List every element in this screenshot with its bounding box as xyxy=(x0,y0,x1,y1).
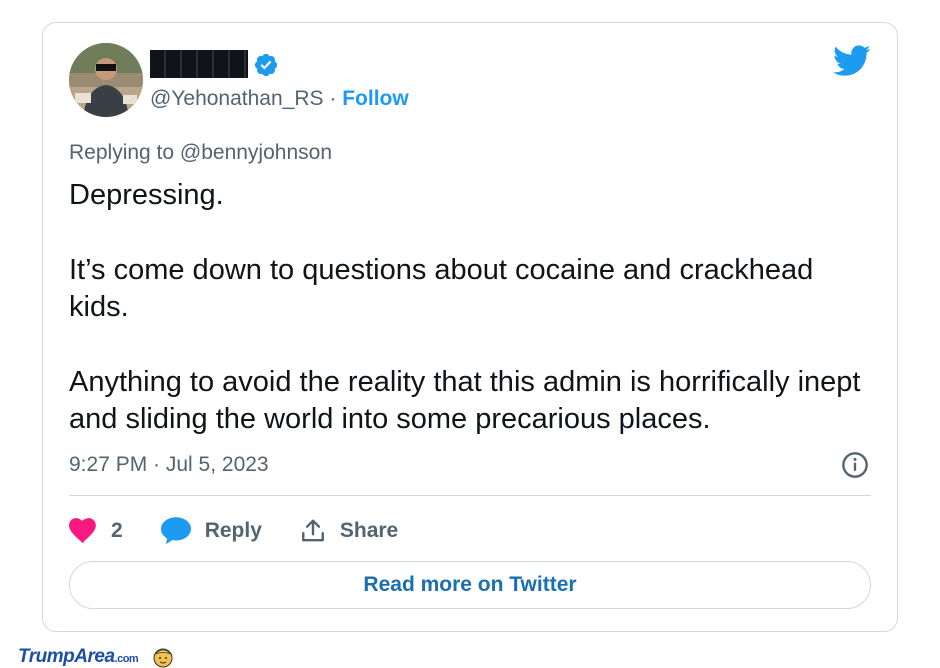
share-icon xyxy=(301,519,324,542)
like-count: 2 xyxy=(111,519,123,542)
reply-button[interactable]: Reply xyxy=(160,517,262,545)
replying-to[interactable]: Replying to @bennyjohnson xyxy=(69,141,332,165)
share-button[interactable]: Share xyxy=(300,518,398,544)
cartoon-face-icon xyxy=(153,648,173,668)
tweet-timestamp[interactable]: 9:27 PM · Jul 5, 2023 xyxy=(69,453,269,477)
avatar[interactable] xyxy=(69,43,143,117)
tweet-card: @Yehonathan_RS · Follow Replying to @ben… xyxy=(42,22,898,632)
watermark-brand: TrumpArea xyxy=(18,646,115,667)
info-icon[interactable] xyxy=(841,451,869,479)
follow-link[interactable]: Follow xyxy=(342,87,409,110)
tweet-paragraph: Anything to avoid the reality that this … xyxy=(69,366,861,435)
watermark-logo: TrumpArea.com xyxy=(18,646,174,668)
tweet-paragraph: Depressing. xyxy=(69,179,224,211)
twitter-bird-icon[interactable] xyxy=(833,45,871,77)
user-handle[interactable]: @Yehonathan_RS xyxy=(150,87,324,110)
reply-bubble-icon xyxy=(160,517,191,545)
display-name-redacted[interactable] xyxy=(150,50,248,78)
tweet-body: Depressing. It’s come down to questions … xyxy=(69,177,879,438)
read-more-button[interactable]: Read more on Twitter xyxy=(69,561,871,609)
watermark-suffix: .com xyxy=(114,653,139,665)
share-label: Share xyxy=(339,519,399,542)
watermark-text: TrumpArea.com xyxy=(18,646,139,668)
separator: · xyxy=(323,87,343,110)
reply-label: Reply xyxy=(204,519,262,542)
verified-badge-icon xyxy=(254,53,278,77)
divider xyxy=(69,495,871,496)
heart-icon xyxy=(69,518,96,544)
like-button[interactable]: 2 xyxy=(69,518,123,544)
handle-row: @Yehonathan_RS · Follow xyxy=(150,87,409,111)
tweet-paragraph: It’s come down to questions about cocain… xyxy=(69,254,814,323)
action-bar: 2 Reply Share xyxy=(69,515,436,547)
